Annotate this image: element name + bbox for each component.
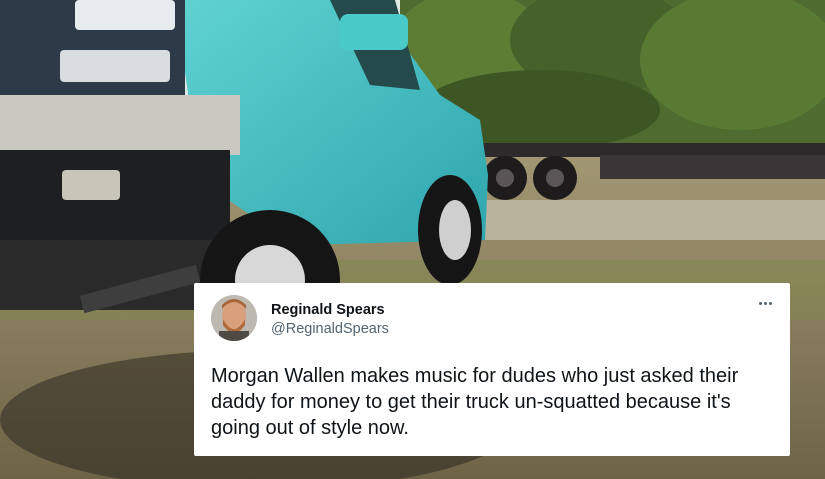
tweet-card[interactable]: Reginald Spears @ReginaldSpears Morgan W…: [194, 283, 790, 456]
more-dot: [763, 301, 767, 305]
avatar[interactable]: [211, 295, 257, 341]
tweet-text: Morgan Wallen makes music for dudes who …: [211, 365, 739, 439]
more-options-button[interactable]: [754, 295, 776, 311]
more-horizontal-icon: [758, 301, 762, 305]
more-dot: [768, 301, 772, 305]
author-name[interactable]: Reginald Spears: [271, 302, 385, 318]
profile-photo-icon: [211, 295, 257, 341]
author-handle[interactable]: @ReginaldSpears: [271, 321, 389, 337]
